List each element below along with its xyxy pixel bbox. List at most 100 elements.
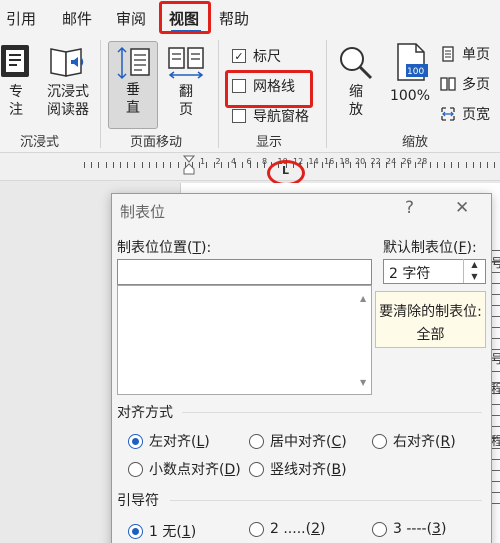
- horizontal-ruler[interactable]: 1 2 4 6 8 10 12 14 16 18 20 22 24 26 28 L: [0, 153, 500, 181]
- ruler-tick: [163, 162, 165, 168]
- align-left-radio[interactable]: 左对齐(L): [128, 431, 210, 451]
- ruler-tick: [436, 162, 438, 168]
- group-label-page-move: 页面移动: [130, 135, 183, 150]
- ruler-tick: [120, 162, 121, 168]
- first-line-indent-marker-icon[interactable]: [183, 155, 195, 179]
- ruler-tick: [220, 162, 222, 168]
- zoom-100-label: 100%: [389, 88, 431, 104]
- align-left-label: 左对齐(L): [149, 434, 210, 450]
- doc-text-fragment: 号: [491, 352, 500, 366]
- align-center-radio[interactable]: 居中对齐(C): [249, 431, 347, 451]
- leader-dots-label: 2 .....(2): [270, 521, 326, 537]
- tab-help[interactable]: 帮助: [219, 8, 249, 29]
- tab-references[interactable]: 引用: [6, 8, 36, 29]
- ruler-tick: [98, 162, 100, 168]
- leader-dashes-radio[interactable]: 3 ----(3): [372, 521, 446, 537]
- tabs-to-clear-value: 全部: [416, 327, 445, 343]
- scroll-down-icon[interactable]: ▼: [360, 378, 366, 387]
- ribbon: 专 注 沉浸式 阅读器 沉浸式 垂 直 翻 页 页面移动 ✓ 标尺 网格线 导航…: [0, 36, 500, 153]
- magnifier-icon: [340, 47, 373, 80]
- tab-position-input[interactable]: [117, 259, 372, 285]
- ruler-tick: [429, 162, 431, 168]
- zoom-100-button[interactable]: 100 100%: [386, 40, 434, 128]
- page-width-icon: [441, 107, 455, 121]
- ruler-annotation-box: [225, 70, 313, 108]
- ribbon-tab-bar: 引用 邮件 审阅 视图 帮助: [0, 0, 500, 36]
- multi-page-button[interactable]: 多页: [440, 74, 490, 94]
- tab-position-label: 制表位位置(T):: [117, 240, 212, 256]
- default-tab-label: 默认制表位(F):: [383, 240, 477, 256]
- leader-none-label: 1 无(1): [149, 524, 197, 540]
- tab-position-list[interactable]: ▲ ▼: [117, 285, 372, 395]
- immersive-reader-button[interactable]: 沉浸式 阅读器: [40, 40, 96, 128]
- align-bar-radio[interactable]: 竖线对齐(B): [249, 459, 347, 479]
- help-button[interactable]: ?: [405, 198, 414, 218]
- zoom-label-2: 放: [349, 102, 363, 118]
- radio-unselected-icon: [249, 521, 264, 537]
- ruler-tick: [480, 162, 481, 168]
- radio-selected-icon: [128, 523, 143, 539]
- vertical-button[interactable]: 垂 直: [108, 41, 158, 129]
- ruler-number: 26: [401, 157, 412, 166]
- focus-label-2: 注: [9, 102, 23, 118]
- ruler-tick: [336, 162, 337, 168]
- spin-down-icon[interactable]: ▼: [464, 271, 485, 283]
- group-label-show: 显示: [256, 135, 283, 150]
- ruler-tick: [451, 162, 453, 168]
- align-right-radio[interactable]: 右对齐(R): [372, 431, 456, 451]
- ruler-tick: [494, 162, 496, 168]
- align-center-label: 居中对齐(C): [270, 434, 347, 450]
- ruler-checkbox[interactable]: ✓ 标尺: [232, 46, 281, 66]
- leader-section-label: 引导符: [117, 493, 159, 509]
- nav-pane-checkbox[interactable]: 导航窗格: [232, 106, 309, 126]
- scroll-up-icon[interactable]: ▲: [360, 294, 366, 303]
- focus-button[interactable]: 专 注: [0, 40, 32, 128]
- spin-up-icon[interactable]: ▲: [464, 259, 485, 271]
- close-button[interactable]: ✕: [455, 198, 469, 218]
- default-tab-spinner[interactable]: ▲ ▼: [463, 259, 485, 283]
- immersive-reader-label-1: 沉浸式: [47, 84, 89, 100]
- ruler-tick: [206, 162, 208, 168]
- ruler-tick: [127, 162, 129, 168]
- ruler-number: 20: [355, 157, 366, 166]
- page-width-button[interactable]: 页宽: [440, 104, 490, 124]
- immersive-reader-label-2: 阅读器: [47, 102, 89, 118]
- ruler-number: 14: [308, 157, 319, 166]
- group-separator: [326, 40, 327, 148]
- page-flip-button[interactable]: 翻 页: [162, 40, 210, 128]
- ruler-tick: [242, 162, 244, 168]
- ruler-number: 16: [324, 157, 335, 166]
- group-separator: [218, 40, 219, 148]
- zoom-100-badge: 100: [407, 67, 425, 77]
- zoom-button[interactable]: 缩 放: [334, 40, 378, 128]
- group-label-immersive: 沉浸式: [20, 135, 60, 150]
- ruler-tick: [472, 162, 474, 168]
- ruler-tick: [170, 162, 172, 168]
- align-decimal-radio[interactable]: 小数点对齐(D): [128, 459, 241, 479]
- focus-label-1: 专: [9, 84, 23, 100]
- align-right-label: 右对齐(R): [393, 434, 456, 450]
- tabs-dialog: 制表位 ? ✕ 制表位位置(T): ▲ ▼ 默认制表位(F): 2 字符 ▲ ▼…: [111, 193, 492, 543]
- ruler-number: 8: [262, 157, 268, 166]
- ruler-tick: [84, 162, 85, 168]
- leader-dots-radio[interactable]: 2 .....(2): [249, 521, 325, 537]
- ruler-tick: [141, 162, 143, 168]
- radio-unselected-icon: [128, 461, 143, 477]
- leader-none-radio[interactable]: 1 无(1): [128, 521, 196, 541]
- tab-mailings[interactable]: 邮件: [62, 8, 92, 29]
- ruler-tick: [112, 162, 114, 168]
- doc-text-fragment: 程: [491, 382, 500, 396]
- ruler-tick: [134, 162, 136, 168]
- single-page-button[interactable]: 单页: [440, 44, 490, 64]
- group-separator: [100, 40, 101, 148]
- multi-page-label: 多页: [462, 77, 490, 93]
- group-label-zoom: 缩放: [402, 135, 429, 150]
- doc-text-fragment: 程: [491, 434, 500, 448]
- vertical-label-2: 直: [126, 100, 140, 116]
- focus-icon: [1, 45, 29, 77]
- dialog-title: 制表位: [120, 203, 166, 221]
- tab-review[interactable]: 审阅: [116, 8, 146, 29]
- ruler-number: 22: [370, 157, 381, 166]
- ruler-tick: [465, 162, 467, 168]
- single-page-label: 单页: [462, 47, 490, 63]
